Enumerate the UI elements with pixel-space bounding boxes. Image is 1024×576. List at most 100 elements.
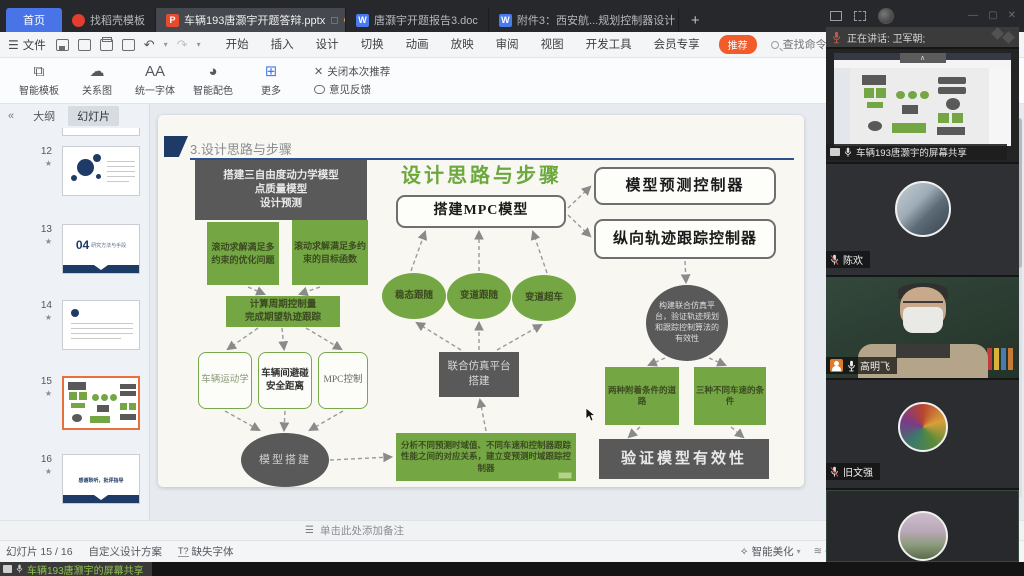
ppt-icon: P (166, 14, 179, 27)
ribbon-tab-insert[interactable]: 插入 (260, 32, 305, 58)
tab-label: 唐灏宇开题报告3.doc (374, 12, 478, 28)
slide-node-three-speed[interactable]: 三种不同车速的条件 (694, 367, 766, 425)
slide-node-rolling-obj[interactable]: 滚动求解满足多约束的目标函数 (292, 220, 368, 285)
relation-diagram-button[interactable]: ☁ 关系图 (68, 64, 126, 97)
close-recommend-button[interactable]: ✕ 关闭本次推荐 (314, 64, 390, 79)
ribbon-tab-review[interactable]: 审阅 (485, 32, 530, 58)
export-icon[interactable] (78, 39, 91, 51)
slide-node-rolling-opt[interactable]: 滚动求解满足多约束的优化问题 (207, 222, 279, 285)
tab-doc-report[interactable]: W 唐灏宇开题报告3.doc (346, 8, 489, 32)
unify-font-button[interactable]: AA 统一字体 (126, 64, 184, 97)
slide-node-longitudinal-controller[interactable]: 纵向轨迹跟踪控制器 (594, 219, 776, 259)
tab-home[interactable]: 首页 (6, 8, 62, 32)
slide-node-lane-change-overtake[interactable]: 变道超车 (512, 275, 576, 321)
tab-outline[interactable]: 大纲 (24, 106, 64, 126)
share-label-bar: 车辆193唐灏宇的屏幕共享 (826, 144, 1007, 160)
participant-unnamed[interactable] (826, 490, 1019, 562)
screen: 首页 找稻壳模板 P 车辆193唐灏宇开题答辩.pptx ◻ W 唐灏宇开题报告… (0, 0, 1024, 576)
ribbon-tab-member[interactable]: 会员专享 (643, 32, 711, 58)
slide-node-mpc-controller[interactable]: 模型预测控制器 (594, 167, 776, 205)
undo-icon[interactable]: ↶ (144, 37, 155, 53)
slide-node-two-adhesion[interactable]: 两种附着条件的道路 (605, 367, 679, 425)
thumb-slide-12[interactable] (62, 146, 140, 196)
slide-node-lane-change-follow[interactable]: 变道跟随 (447, 273, 511, 319)
share-screen-icon (830, 148, 840, 156)
ribbon-tab-design[interactable]: 设计 (305, 32, 350, 58)
undo-caret[interactable]: ▾ (164, 40, 168, 49)
window-controls (830, 8, 894, 24)
beautify-button[interactable]: ✧ 智能美化 ▾ (740, 544, 801, 559)
slide-node-steady-follow[interactable]: 稳态跟随 (382, 273, 446, 319)
account-avatar[interactable] (878, 8, 894, 24)
thumb-slide-16[interactable]: 感谢聆听，批评指导 (62, 454, 140, 504)
participant-chenhuan[interactable]: 陈欢 (826, 164, 1019, 275)
participant-jiuwenqiang[interactable]: 旧文强 (826, 380, 1019, 488)
new-tab-button[interactable]: + (679, 8, 712, 32)
slide-node-cycle-control[interactable]: 计算周期控制量 完成期望轨迹跟踪 (226, 296, 340, 327)
close-icon[interactable]: ✕ (1008, 10, 1016, 21)
slide-canvas[interactable]: 3.设计思路与步骤 (158, 115, 804, 487)
slide-node-co-sim-platform[interactable]: 联合仿真平台 搭建 (439, 352, 519, 397)
slide-number: 12 (30, 146, 52, 157)
tab-slides[interactable]: 幻灯片 (68, 106, 119, 126)
ribbon-tab-view[interactable]: 视图 (530, 32, 575, 58)
preview-icon[interactable] (122, 39, 135, 51)
ribbon-tab-slideshow[interactable]: 放映 (440, 32, 485, 58)
meeting-panel: 正在讲话: 卫军朝; ∧ (826, 27, 1019, 562)
slide-node-mpc-control[interactable]: MPC控制 (318, 352, 368, 409)
thumb-slide-15-selected[interactable] (62, 376, 140, 430)
minimize-icon[interactable]: — (968, 10, 978, 21)
name-chip: 旧文强 (826, 463, 880, 480)
chapter-number: 04 (76, 238, 89, 252)
more-button[interactable]: ⊞ 更多 (242, 64, 300, 97)
ribbon-tab-transition[interactable]: 切换 (350, 32, 395, 58)
missing-font-warning[interactable]: T? 缺失字体 (178, 544, 234, 559)
smart-color-button[interactable]: ◕ 智能配色 (184, 64, 242, 97)
file-menu[interactable]: 文件 (23, 37, 46, 53)
quick-access-icons: ↶ ▾ ↷ ▾ (56, 37, 201, 53)
tab-label: 找稻壳模板 (90, 12, 145, 28)
slide-node-vehicle-kinematics[interactable]: 车辆运动学 (198, 352, 252, 409)
slide-center-title[interactable]: 设计思路与步骤 (401, 159, 562, 188)
ribbon-tab-animation[interactable]: 动画 (395, 32, 440, 58)
avatar-jiuwenqiang (898, 402, 948, 452)
design-scheme[interactable]: 自定义设计方案 (89, 544, 163, 559)
maximize-icon[interactable]: ▢ (988, 10, 997, 21)
notes-placeholder[interactable]: 单击此处添加备注 (320, 523, 404, 538)
slide-node-co-sim-verify[interactable]: 构建联合仿真平台，验证轨迹规划和跟踪控制算法的有效性 (646, 285, 728, 361)
collapse-panel-icon[interactable]: « (8, 110, 14, 122)
restore-icon[interactable] (830, 11, 842, 21)
slide-node-analysis[interactable]: 分析不同预测时域值、不同车速和控制器跟踪性能之间的对应关系，建立变预测时域跟踪控… (396, 433, 576, 481)
tab-docer-templates[interactable]: 找稻壳模板 (62, 8, 156, 32)
redo-caret[interactable]: ▾ (197, 40, 201, 49)
slide-node-build-mpc[interactable]: 搭建MPC模型 (396, 195, 566, 228)
save-icon[interactable] (56, 39, 69, 51)
hamburger-icon[interactable]: ☰ (8, 38, 19, 52)
thumb-slide-14[interactable] (62, 300, 140, 350)
slide-counter: 幻灯片 15 / 16 (6, 544, 73, 559)
slide-node-build-model[interactable]: 搭建三自由度动力学模型 点质量模型 设计预测 (195, 160, 367, 220)
tab-label: 车辆193唐灏宇开题答辩.pptx (184, 12, 325, 28)
speaker-mic-icon (832, 31, 841, 44)
print-icon[interactable] (100, 39, 113, 51)
participant-gaomingfei[interactable]: 高明飞 (826, 277, 1019, 378)
ribbon-tab-start[interactable]: 开始 (215, 32, 260, 58)
tab-presentation-active[interactable]: P 车辆193唐灏宇开题答辩.pptx ◻ (156, 8, 346, 32)
layout-icon[interactable] (854, 11, 866, 21)
slide-node-model-build[interactable]: 模型搭建 (241, 433, 329, 487)
ribbon-tab-devtools[interactable]: 开发工具 (575, 32, 643, 58)
share-status-chip[interactable]: 车辆193唐灏宇的屏幕共享 (0, 562, 152, 576)
screen-share-preview[interactable]: ∧ 车辆193唐灏宇的屏幕共享 (826, 49, 1019, 162)
slide-node-collision-distance[interactable]: 车辆间避碰 安全距离 (258, 352, 312, 409)
thumb-slide-13[interactable]: 04 研究方法与手段 (62, 224, 140, 274)
thumb-slide-11-partial[interactable] (62, 128, 140, 136)
feedback-button[interactable]: 意见反馈 (314, 82, 390, 97)
thumbnail-list: 12 ★ 13 ★ (0, 128, 149, 520)
tab-doc-attachment[interactable]: W 附件3：西安航...规划控制器设计 (489, 8, 679, 32)
promo-badge[interactable]: 推荐 (719, 35, 757, 54)
collapse-share-button[interactable]: ∧ (900, 53, 946, 63)
smart-template-button[interactable]: ⧉ 智能模板 (10, 64, 68, 97)
slide-node-verify-model[interactable]: 验证模型有效性 (599, 439, 769, 479)
label: 更多 (261, 82, 281, 97)
redo-icon[interactable]: ↷ (177, 37, 188, 53)
